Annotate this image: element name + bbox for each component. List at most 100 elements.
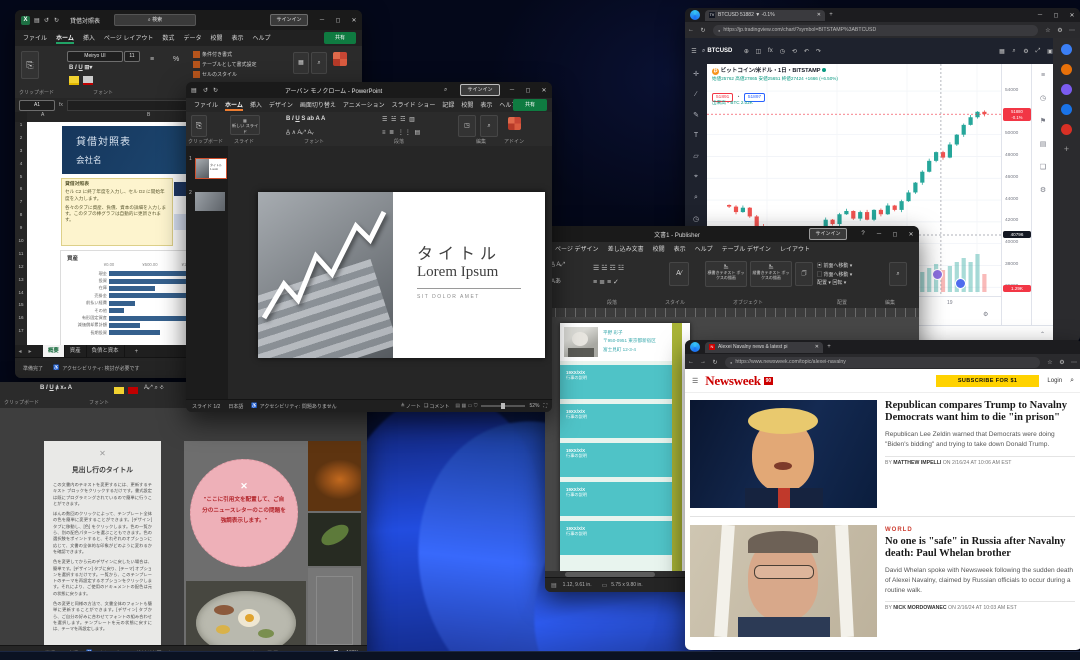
edit-button[interactable]: ⌕ xyxy=(889,262,907,286)
indicators-icon[interactable]: fx xyxy=(764,48,776,54)
url-input[interactable]: ● https://jp.tradingview.com/chart/?symb… xyxy=(713,25,1038,36)
replay-icon[interactable]: ⟲ xyxy=(788,48,800,55)
url-input[interactable]: ● https://www.newsweek.com/topic/alexei-… xyxy=(725,357,1040,368)
drawing-tool-icon[interactable]: ▱ xyxy=(693,152,698,160)
subscribe-button[interactable]: SUBSCRIBE FOR $1 xyxy=(936,375,1040,387)
timeline-block[interactable]: 19XX/X/X 行事の説明 xyxy=(560,404,672,438)
word-font-buttons[interactable]: B I U ⱥ x₂ A xyxy=(40,385,72,391)
zoom-slider[interactable] xyxy=(481,405,525,407)
highlight-color-button[interactable] xyxy=(114,387,124,394)
ribbon-tab[interactable]: 数式 xyxy=(162,33,174,44)
chart-badge[interactable] xyxy=(932,269,943,280)
fill-color-button[interactable] xyxy=(69,76,79,85)
taskbar[interactable] xyxy=(0,651,1080,660)
font-tools-icons[interactable]: A̲ A⤢ xyxy=(551,262,565,269)
signin-button[interactable]: サインイン xyxy=(460,84,500,96)
byline-author[interactable]: NICK MORDOWANEC xyxy=(893,605,946,611)
gear-icon[interactable]: ⚙ xyxy=(1054,27,1066,34)
refresh-icon[interactable]: ↻ xyxy=(709,359,721,366)
number-format-icon[interactable]: % xyxy=(173,56,179,63)
fullscreen-icon[interactable]: ⤢ xyxy=(1032,48,1044,55)
editing-button[interactable]: ⌕ xyxy=(480,115,498,137)
new-tab-icon[interactable]: + xyxy=(825,12,837,18)
sheet-scroll-right-icon[interactable]: ▸ xyxy=(25,348,35,355)
redo-icon[interactable]: ↻ xyxy=(213,87,223,94)
panel-collapse-icon[interactable]: ⌃ xyxy=(1040,331,1045,338)
status-language[interactable]: 日本語 xyxy=(228,403,243,410)
close-button[interactable]: ✕ xyxy=(536,87,552,94)
name-box[interactable]: A1 xyxy=(19,100,55,111)
new-tab-icon[interactable]: + xyxy=(823,344,835,350)
ribbon-tab[interactable]: ヘルプ xyxy=(252,33,270,44)
undo-icon[interactable]: ↺ xyxy=(44,17,54,24)
chart-badge[interactable] xyxy=(955,278,966,289)
ribbon-tab[interactable]: 記録 xyxy=(442,100,454,111)
font-color-button[interactable] xyxy=(128,387,138,394)
row-header[interactable]: 8 xyxy=(15,212,27,225)
font-buttons[interactable]: B I U S ab A A xyxy=(286,116,325,122)
sidebar-app-icon[interactable] xyxy=(1061,104,1072,115)
save-icon[interactable]: ▤ xyxy=(34,17,44,24)
close-button[interactable]: ✕ xyxy=(1064,12,1080,19)
ribbon-tab[interactable]: ファイル xyxy=(194,100,218,111)
ribbon-tab[interactable]: 表示 xyxy=(674,244,686,253)
font-size-select[interactable]: 11 xyxy=(124,51,140,62)
sidebar-tool-icon[interactable]: ❑ xyxy=(1040,163,1046,171)
ribbon-tab[interactable]: ホーム xyxy=(56,33,74,44)
font-color-button[interactable] xyxy=(83,76,93,85)
row-header[interactable]: 7 xyxy=(15,199,27,212)
notes-button[interactable]: ノート xyxy=(406,403,421,410)
ribbon-tab[interactable]: 校閲 xyxy=(461,100,473,111)
paragraph-icons[interactable]: ☰☱☲☳ xyxy=(593,264,626,272)
row-header[interactable]: 3 xyxy=(15,148,27,161)
symbol-line[interactable]: ビットコイン/米ドル・1日・BITSTAMP xyxy=(721,68,821,74)
row-header[interactable]: 6 xyxy=(15,186,27,199)
sidebar-tool-icon[interactable]: ▤ xyxy=(1040,140,1047,148)
word-page-2[interactable]: ✕ "ここに引用文を配置して、ご自分のニュースレターのこの問題を強調表示します。… xyxy=(184,441,361,660)
row-header[interactable]: 2 xyxy=(15,135,27,148)
share-button[interactable]: 共有 xyxy=(324,32,356,44)
sidebar-app-icon[interactable] xyxy=(1061,44,1072,55)
sidebar-app-icon[interactable] xyxy=(1061,84,1072,95)
arrange-button[interactable]: ◳ xyxy=(458,115,476,137)
style-button[interactable]: 条件付き書式 xyxy=(193,50,257,60)
ribbon-tab[interactable]: 画面切り替え xyxy=(300,100,336,111)
close-button[interactable]: ✕ xyxy=(346,17,362,24)
row-header[interactable]: 14 xyxy=(15,290,27,303)
drawing-tool-icon[interactable]: ∕ xyxy=(695,91,696,98)
star-icon[interactable]: ☆ xyxy=(1044,359,1056,366)
drawing-tool-icon[interactable]: ◷ xyxy=(693,215,699,223)
ribbon-tab[interactable]: 校閲 xyxy=(653,244,665,253)
back-icon[interactable]: ← xyxy=(685,359,697,365)
ribbon-tab[interactable]: ホーム xyxy=(225,100,243,111)
symbol-search-value[interactable]: BTCUSD xyxy=(707,48,732,54)
object-position[interactable]: 1.12, 9.61 in. xyxy=(563,582,592,588)
bold-italic-underline-buttons[interactable]: B I U ⊞▾ xyxy=(69,64,92,71)
minimize-button[interactable]: ─ xyxy=(504,87,520,93)
maximize-button[interactable]: ◻ xyxy=(520,87,536,94)
zoom-slider-thumb[interactable] xyxy=(501,403,505,409)
paste-button[interactable]: ⎘ xyxy=(21,51,39,79)
search-icon[interactable]: ⌕ xyxy=(1070,377,1074,385)
font-tools-icons2[interactable]: Aあ xyxy=(551,276,561,285)
align-rotate-buttons[interactable]: 配置 ▾ 回転 ▾ xyxy=(817,279,852,288)
sidebar-tool-icon[interactable]: ⚑ xyxy=(1040,117,1046,125)
paragraph-icons2[interactable]: ≡≣≡✓ xyxy=(593,278,621,286)
article-kicker[interactable]: WORLD xyxy=(885,527,1075,533)
ribbon-tab[interactable]: ファイル xyxy=(23,33,47,44)
ribbon-tab[interactable]: データ xyxy=(183,33,201,44)
status-accessibility[interactable]: アクセシビリティ: 問題ありません xyxy=(260,403,337,410)
article-headline[interactable]: Republican compares Trump to Navalny Dem… xyxy=(885,400,1075,425)
publication-page[interactable]: 平野 彩子 〒950-0951 東京都新宿区 富士見町 12-3-4 19XX/… xyxy=(560,323,690,575)
font-color-buttons[interactable]: A̲ ∧ A⤢ Aᵥ xyxy=(286,129,313,137)
drawing-tool-icon[interactable]: T xyxy=(694,132,698,139)
sidebar-tool-icon[interactable]: ◷ xyxy=(1040,94,1046,102)
drawing-tool-icon[interactable]: ✎ xyxy=(693,111,699,119)
drawing-tool-icon[interactable]: ✛ xyxy=(693,70,699,78)
style-button[interactable]: セルのスタイル xyxy=(193,70,257,80)
layout-icon[interactable]: ▦ xyxy=(996,48,1008,55)
timeline-block[interactable]: 19XX/X/X 行事の説明 xyxy=(560,482,672,516)
tab-close-icon[interactable]: ✕ xyxy=(817,12,821,18)
ribbon-tab[interactable]: ヘルプ xyxy=(695,244,713,253)
column-header[interactable]: A xyxy=(41,112,44,118)
